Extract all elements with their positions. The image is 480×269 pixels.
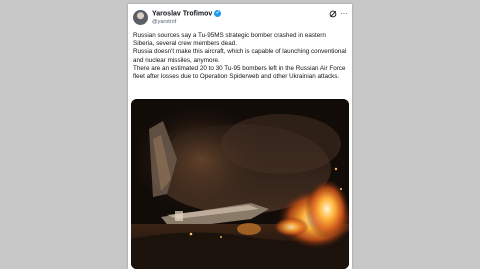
avatar[interactable] bbox=[133, 10, 148, 25]
verified-badge-icon: ✓ bbox=[214, 10, 222, 17]
crash-photo-illustration bbox=[131, 99, 349, 269]
grok-icon[interactable] bbox=[329, 10, 337, 18]
tweet-card: Yaroslav Trofimov ✓ @yarotrof ⋯ Russian s… bbox=[128, 4, 352, 269]
tweet-header: Yaroslav Trofimov ✓ @yarotrof ⋯ bbox=[128, 4, 352, 32]
tweet-text: Russian sources say a Tu-95MS strategic … bbox=[133, 32, 347, 81]
author-name[interactable]: Yaroslav Trofimov ✓ bbox=[152, 10, 222, 17]
author-name-text[interactable]: Yaroslav Trofimov bbox=[152, 10, 212, 17]
tweet-paragraph: Russia doesn't make this aircraft, which… bbox=[133, 48, 347, 64]
tweet-paragraph: There are an estimated 20 to 30 Tu-95 bo… bbox=[133, 64, 346, 81]
tweet-paragraph: Russian sources say a Tu-95MS strategic … bbox=[133, 32, 326, 48]
author-handle[interactable]: @yarotrof bbox=[152, 19, 176, 25]
more-options-icon[interactable]: ⋯ bbox=[340, 9, 348, 18]
tweet-photo[interactable] bbox=[131, 99, 349, 269]
